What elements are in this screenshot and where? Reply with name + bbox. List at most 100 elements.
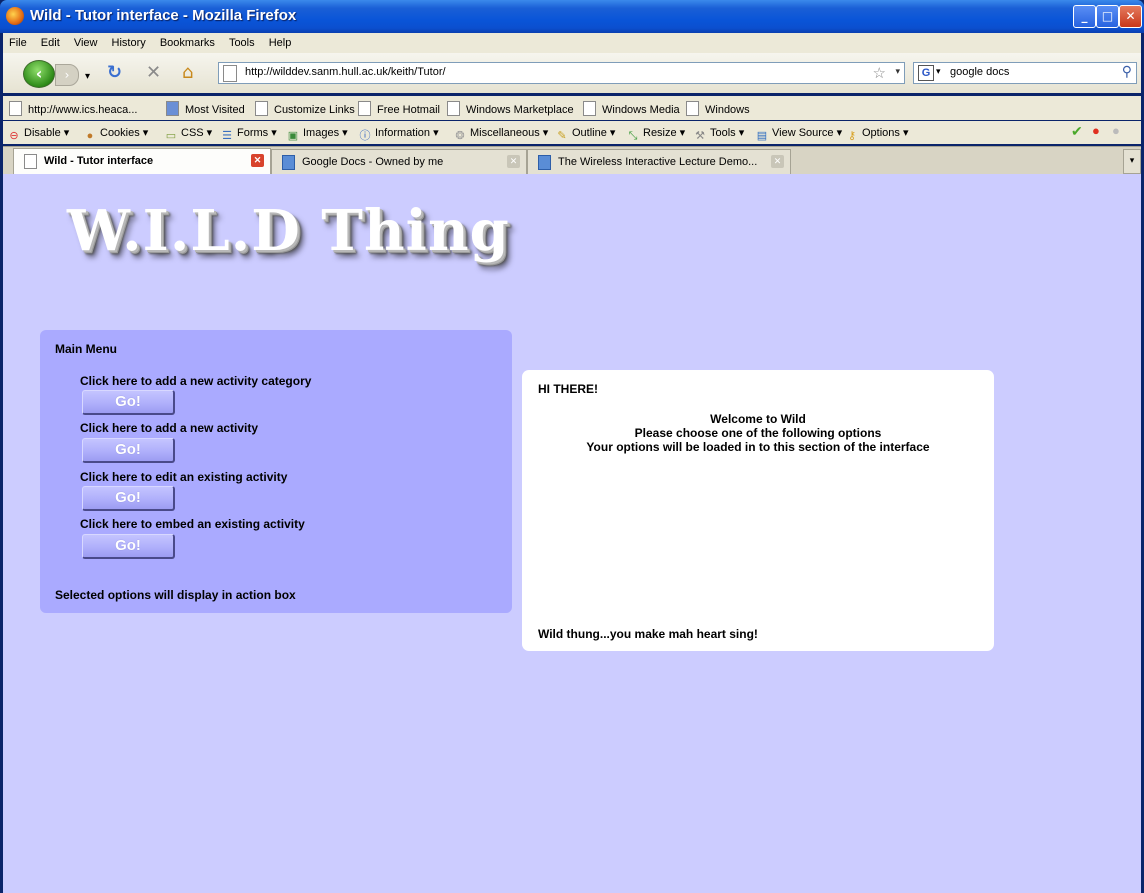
- tab-wild-tutor[interactable]: Wild - Tutor interface ✕: [13, 148, 271, 175]
- home-icon[interactable]: ⌂: [182, 64, 193, 82]
- main-menu-title: Main Menu: [55, 342, 117, 356]
- css-valid-check-icon[interactable]: ✔: [1071, 123, 1083, 140]
- web-developer-toolbar: ⊖ Disable ▾ ● Cookies ▾ ▭ CSS ▾ ☰ Forms ▾ ▣ I…: [3, 121, 1141, 144]
- edit-activity-go-button[interactable]: Go!: [82, 486, 175, 511]
- disable-icon: ⊖: [9, 130, 19, 142]
- page-icon: [24, 154, 37, 169]
- back-button[interactable]: ‹: [23, 60, 55, 88]
- cookies-icon: ●: [86, 130, 94, 142]
- bookmark-free-hotmail[interactable]: Free Hotmail: [358, 101, 440, 116]
- menu-tools[interactable]: Tools: [229, 33, 255, 53]
- embed-activity-go-button[interactable]: Go!: [82, 534, 175, 559]
- google-docs-icon: [282, 155, 295, 170]
- google-search-engine-icon[interactable]: G: [918, 65, 934, 81]
- title-bar: Wild - Tutor interface - Mozilla Firefox…: [0, 0, 1144, 33]
- search-engine-dropdown-icon[interactable]: ▾: [936, 66, 941, 77]
- url-text[interactable]: http://wilddev.sanm.hull.ac.uk/keith/Tut…: [245, 66, 446, 78]
- main-menu-panel: Main Menu Click here to add a new activi…: [40, 330, 512, 613]
- menu-bookmarks[interactable]: Bookmarks: [160, 33, 215, 53]
- action-greeting: HI THERE!: [538, 382, 598, 396]
- menu-edit[interactable]: Edit: [41, 33, 60, 53]
- dev-label: CSS: [181, 127, 204, 139]
- menu-item-label: Click here to add a new activity: [80, 421, 259, 435]
- dev-cookies[interactable]: ● Cookies ▾: [83, 126, 149, 143]
- bookmarks-toolbar: http://www.ics.heaca... Most Visited Cus…: [3, 96, 1141, 120]
- page-icon: [447, 101, 460, 116]
- information-icon: ⓘ: [359, 130, 371, 142]
- menu-item-label: Click here to embed an existing activity: [80, 517, 305, 531]
- maximize-button[interactable]: □: [1096, 5, 1119, 28]
- dev-label: Options: [862, 127, 900, 139]
- menu-help[interactable]: Help: [269, 33, 292, 53]
- dev-tools[interactable]: ⚒ Tools ▾: [693, 126, 744, 143]
- dev-label: Information: [375, 127, 431, 139]
- close-tab-icon[interactable]: ✕: [507, 155, 520, 168]
- dev-label: View Source: [772, 127, 834, 139]
- firefox-logo-icon: [6, 7, 24, 25]
- dev-view-source[interactable]: ▤ View Source ▾: [755, 126, 842, 143]
- forms-icon: ☰: [222, 130, 232, 142]
- menu-history[interactable]: History: [112, 33, 146, 53]
- window-title: Wild - Tutor interface - Mozilla Firefox: [30, 7, 297, 24]
- search-icon[interactable]: ⚲: [1122, 63, 1132, 80]
- close-window-button[interactable]: ✕: [1119, 5, 1142, 28]
- site-logo: W.I.L.D Thing: [67, 198, 510, 264]
- status-indicator-icon[interactable]: ●: [1112, 123, 1120, 138]
- bookmark-label: Windows Media: [602, 104, 680, 116]
- tab-google-docs[interactable]: Google Docs - Owned by me ✕: [271, 149, 527, 174]
- dev-resize[interactable]: ⤡ Resize ▾: [626, 126, 686, 143]
- close-tab-icon[interactable]: ✕: [251, 154, 264, 167]
- add-activity-go-button[interactable]: Go!: [82, 438, 175, 463]
- bookmark-label: Customize Links: [274, 104, 355, 116]
- tab-wireless-lecture[interactable]: The Wireless Interactive Lecture Demo...…: [527, 149, 791, 174]
- dev-images[interactable]: ▣ Images ▾: [286, 126, 348, 143]
- bookmark-most-visited[interactable]: Most Visited: [166, 101, 245, 116]
- bookmark-customize-links[interactable]: Customize Links: [255, 101, 355, 116]
- page-icon: [583, 101, 596, 116]
- action-footer: Wild thung...you make mah heart sing!: [538, 627, 758, 641]
- dev-css[interactable]: ▭ CSS ▾: [164, 126, 212, 143]
- menu-file[interactable]: File: [9, 33, 27, 53]
- bookmark-ics[interactable]: http://www.ics.heaca...: [9, 101, 137, 116]
- page-icon: [255, 101, 268, 116]
- search-input[interactable]: google docs: [950, 66, 1009, 78]
- search-bar[interactable]: G ▾ google docs ⚲: [913, 62, 1137, 84]
- outline-pencil-icon: ✎: [557, 130, 567, 142]
- bookmark-windows[interactable]: Windows: [686, 101, 750, 116]
- dev-label: Tools: [710, 127, 736, 139]
- close-tab-icon[interactable]: ✕: [771, 155, 784, 168]
- minimize-button[interactable]: _: [1073, 5, 1096, 28]
- dev-miscellaneous[interactable]: ❂ Miscellaneous ▾: [453, 126, 548, 143]
- dev-label: Forms: [237, 127, 269, 139]
- error-indicator-icon[interactable]: ●: [1092, 123, 1100, 138]
- address-bar[interactable]: http://wilddev.sanm.hull.ac.uk/keith/Tut…: [218, 62, 905, 84]
- dev-disable[interactable]: ⊖ Disable ▾: [7, 126, 69, 143]
- history-dropdown-icon[interactable]: ▾: [85, 68, 90, 86]
- most-visited-icon: [166, 101, 179, 116]
- dev-outline[interactable]: ✎ Outline ▾: [555, 126, 615, 143]
- stop-icon[interactable]: ✕: [146, 64, 161, 82]
- dev-label: Disable: [24, 127, 61, 139]
- dev-information[interactable]: ⓘ Information ▾: [358, 126, 439, 143]
- dev-forms[interactable]: ☰ Forms ▾: [220, 126, 277, 143]
- dev-options[interactable]: ⚷ Options ▾: [845, 126, 909, 143]
- forward-button[interactable]: ›: [55, 64, 79, 86]
- menu-view[interactable]: View: [74, 33, 98, 53]
- images-icon: ▣: [287, 130, 299, 142]
- resize-icon: ⤡: [628, 130, 638, 142]
- add-category-go-button[interactable]: Go!: [82, 390, 175, 415]
- url-dropdown-icon[interactable]: ▾: [895, 66, 900, 77]
- options-key-icon: ⚷: [847, 130, 857, 142]
- list-all-tabs-icon[interactable]: ▾: [1123, 149, 1141, 174]
- reload-icon[interactable]: ↻: [107, 64, 122, 82]
- menu-bar: File Edit View History Bookmarks Tools H…: [3, 33, 1141, 53]
- bookmark-star-icon[interactable]: ☆: [873, 64, 886, 82]
- tab-bar: Wild - Tutor interface ✕ Google Docs - O…: [3, 146, 1141, 175]
- bookmark-windows-marketplace[interactable]: Windows Marketplace: [447, 101, 574, 116]
- dev-label: Resize: [643, 127, 677, 139]
- bookmark-windows-media[interactable]: Windows Media: [583, 101, 680, 116]
- page-icon: [223, 65, 237, 82]
- page-icon: [358, 101, 371, 116]
- dev-label: Images: [303, 127, 340, 139]
- tab-label: The Wireless Interactive Lecture Demo...: [558, 156, 758, 168]
